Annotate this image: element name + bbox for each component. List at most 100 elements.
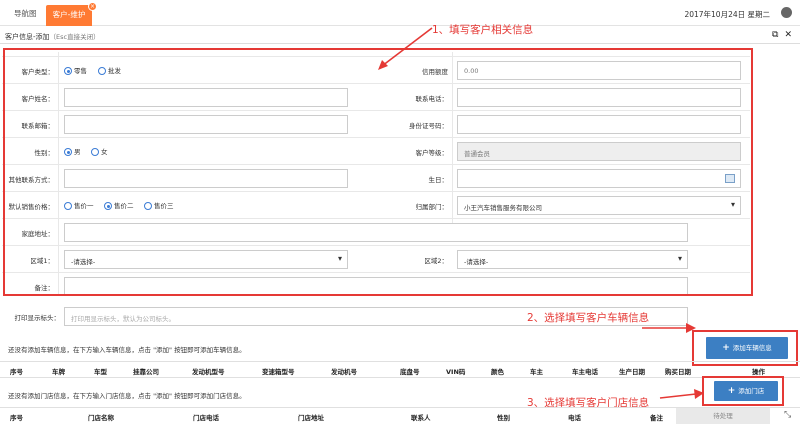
col-header: 联系人 — [411, 414, 431, 422]
vehicle-notice: 还没有添加车辆信息，在下方输入车辆信息，点击 "添加" 按钮即可添加车辆信息。 — [8, 346, 246, 354]
status-pending: 待处理 — [676, 408, 770, 424]
add-vehicle-button[interactable]: + 添加车辆信息 — [706, 337, 788, 359]
form-row-email: 联系邮箱： 身份证号码： — [2, 110, 750, 137]
close-window-icon[interactable]: ✕ — [784, 30, 792, 40]
radio-price-1[interactable]: 售价一 — [64, 200, 94, 210]
close-tab-icon[interactable]: × — [88, 2, 97, 11]
radio-unchecked-icon — [144, 202, 152, 210]
radio-price-2[interactable]: 售价二 — [104, 200, 134, 210]
col-header: 电话 — [568, 414, 581, 422]
plus-icon: + — [722, 343, 730, 353]
col-header: 车型 — [94, 368, 107, 376]
customer-level-label: 客户等级： — [415, 149, 449, 157]
col-header: 底盘号 — [400, 368, 420, 376]
department-select[interactable]: 小王汽车销售服务有限公司 — [457, 196, 741, 215]
id-number-label: 身份证号码： — [409, 122, 448, 130]
calendar-icon[interactable] — [725, 174, 735, 183]
department-label: 归属部门： — [415, 203, 449, 211]
default-price-label: 默认销售价格： — [8, 203, 55, 211]
radio-male[interactable]: 男 — [64, 146, 81, 156]
col-header: 车主 — [530, 368, 543, 376]
radio-price-3[interactable]: 售价三 — [144, 200, 174, 210]
form-row-remark: 备注： — [2, 272, 750, 299]
window-controls: ⧉ ✕ — [766, 30, 792, 40]
customer-name-label: 客户姓名： — [21, 95, 55, 103]
col-header: 变速箱型号 — [262, 368, 295, 376]
radio-unchecked-icon — [91, 148, 99, 156]
email-label: 联系邮箱： — [21, 122, 55, 130]
col-header: 操作 — [752, 368, 765, 376]
page-title: 客户信息-添加（Esc直接关闭） — [5, 31, 100, 42]
form-row-other-contact: 其他联系方式： 生日： — [2, 164, 750, 191]
other-contact-input[interactable] — [64, 169, 348, 188]
id-number-input[interactable] — [457, 115, 741, 134]
col-header: 发动机型号 — [192, 368, 225, 376]
radio-checked-icon — [104, 202, 112, 210]
form-row-gender: 性别： 男 女 客户等级： 普通会员 — [2, 137, 750, 164]
radio-checked-icon — [64, 67, 72, 75]
region1-select[interactable]: -请选择- — [64, 250, 348, 269]
current-date: 2017年10月24日 星期二 — [684, 10, 770, 19]
store-notice: 还没有添加门店信息，在下方输入门店信息，点击 "添加" 按钮即可添加门店信息。 — [8, 392, 246, 400]
region2-label: 区域2： — [424, 257, 448, 265]
form-row-address: 家庭地址： — [2, 218, 750, 245]
radio-unchecked-icon — [64, 202, 72, 210]
vehicle-table-header: 序号 车牌 车型 挂靠公司 发动机型号 变速箱型号 发动机号 底盘号 VIN码 … — [0, 361, 800, 378]
restore-window-icon[interactable]: ⧉ — [772, 30, 778, 40]
col-header: 车牌 — [52, 368, 65, 376]
tab-customer-maintain[interactable]: 客户-维护 — [46, 5, 92, 26]
col-header: 门店地址 — [298, 414, 324, 422]
customer-type-label: 客户类型： — [21, 68, 55, 76]
email-input[interactable] — [64, 115, 348, 134]
radio-retail[interactable]: 零售 — [64, 65, 87, 75]
gender-label: 性别： — [34, 149, 55, 157]
col-header: 颜色 — [491, 368, 504, 376]
print-title-label: 打印显示标头： — [14, 314, 61, 322]
add-store-button[interactable]: + 添加门店 — [714, 381, 778, 401]
user-icon[interactable] — [781, 7, 792, 18]
phone-label: 联系电话： — [415, 95, 449, 103]
radio-male-label: 男 — [74, 148, 81, 156]
radio-female-label: 女 — [101, 148, 108, 156]
col-header: 生产日期 — [619, 368, 645, 376]
col-header: 购买日期 — [665, 368, 691, 376]
radio-female[interactable]: 女 — [91, 146, 108, 156]
form-row-name: 客户姓名： 联系电话： — [2, 83, 750, 110]
region1-label: 区域1： — [30, 257, 54, 265]
customer-level-input: 普通会员 — [457, 142, 741, 161]
col-header: 序号 — [10, 368, 23, 376]
radio-price-3-label: 售价三 — [154, 202, 174, 210]
form-row-customer-type: 客户类型： 零售 批发 信用额度 0.00 — [2, 56, 750, 83]
expand-icon[interactable]: ⤡ — [784, 410, 791, 420]
annotation-step-2: 2、选择填写客户车辆信息 — [527, 312, 650, 324]
col-header: 序号 — [10, 414, 23, 422]
form-row-price: 默认销售价格： 售价一 售价二 售价三 归属部门： 小王汽车销售服务有限公司 — [2, 191, 750, 218]
birthday-label: 生日： — [428, 176, 449, 184]
customer-name-input[interactable] — [64, 88, 348, 107]
tab-nav-map[interactable]: 导航图 — [6, 0, 45, 26]
col-header: 发动机号 — [331, 368, 357, 376]
remark-input[interactable] — [64, 277, 688, 296]
col-header: 门店电话 — [193, 414, 219, 422]
address-input[interactable] — [64, 223, 688, 242]
radio-wholesale[interactable]: 批发 — [98, 65, 121, 75]
radio-checked-icon — [64, 148, 72, 156]
radio-price-2-label: 售价二 — [114, 202, 134, 210]
birthday-input[interactable] — [457, 169, 741, 188]
radio-price-1-label: 售价一 — [74, 202, 94, 210]
credit-limit-input[interactable]: 0.00 — [457, 61, 741, 80]
page-title-hint: （Esc直接关闭） — [49, 33, 100, 41]
add-vehicle-label: 添加车辆信息 — [732, 344, 772, 352]
col-header: 性别 — [497, 414, 510, 422]
form-row-region: 区域1： -请选择- 区域2： -请选择- — [2, 245, 750, 272]
other-contact-label: 其他联系方式： — [8, 176, 55, 184]
phone-input[interactable] — [457, 88, 741, 107]
col-header: VIN码 — [446, 368, 466, 376]
col-header: 备注 — [650, 414, 663, 422]
region2-select[interactable]: -请选择- — [457, 250, 688, 269]
plus-icon: + — [727, 386, 736, 396]
col-header: 门店名称 — [88, 414, 114, 422]
page-title-text: 客户信息-添加 — [5, 33, 50, 41]
remark-label: 备注： — [34, 284, 55, 292]
col-header: 挂靠公司 — [133, 368, 159, 376]
